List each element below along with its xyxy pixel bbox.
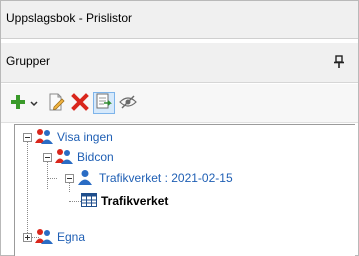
- group-users-icon: [55, 148, 73, 167]
- groups-toolbar: [1, 84, 358, 123]
- collapse-toggle[interactable]: [23, 133, 32, 142]
- group-users-icon: [35, 228, 53, 247]
- plus-icon: [10, 94, 26, 113]
- price-list-lookup-window: Uppslagsbok - Prislistor Grupper Visa in…: [0, 0, 359, 256]
- toggle-visibility-button[interactable]: [117, 92, 139, 114]
- table-icon: [81, 192, 97, 210]
- delete-x-icon: [71, 92, 89, 114]
- groups-tree: Visa ingen Bidcon Trafikverket : 2021-02…: [14, 124, 355, 256]
- edit-document-icon: [47, 93, 65, 114]
- tree-node-label: Egna: [57, 230, 86, 244]
- groups-panel-header: Grupper: [1, 43, 358, 83]
- window-title-bar: Uppslagsbok - Prislistor: [1, 1, 358, 39]
- eye-hidden-icon: [119, 95, 137, 112]
- collapse-toggle[interactable]: [65, 174, 74, 183]
- user-icon: [77, 169, 93, 188]
- edit-button[interactable]: [45, 92, 67, 114]
- tree-node-label: Trafikverket : 2021-02-15: [99, 171, 233, 185]
- tree-node-egna[interactable]: Egna: [35, 227, 85, 247]
- window-title: Uppslagsbok - Prislistor: [6, 11, 133, 25]
- panel-title: Grupper: [6, 54, 51, 68]
- tree-node-label: Bidcon: [77, 150, 114, 164]
- tree-node-label: Visa ingen: [57, 130, 113, 144]
- collapse-toggle[interactable]: [43, 153, 52, 162]
- copy-document-icon: [95, 93, 113, 114]
- tree-node-trafikverket-version[interactable]: Trafikverket : 2021-02-15: [77, 168, 233, 188]
- add-button[interactable]: [7, 92, 29, 114]
- tree-node-trafikverket-pricelist[interactable]: Trafikverket: [81, 191, 168, 211]
- copy-button[interactable]: [93, 92, 115, 114]
- group-users-icon: [35, 128, 53, 147]
- tree-node-visa-ingen[interactable]: Visa ingen: [35, 127, 113, 147]
- dropdown-arrow-icon: [30, 96, 38, 110]
- tree-node-label: Trafikverket: [101, 194, 169, 208]
- tree-node-bidcon[interactable]: Bidcon: [55, 147, 114, 167]
- pin-icon[interactable]: [334, 55, 344, 69]
- expand-toggle[interactable]: [23, 233, 32, 242]
- add-dropdown-button[interactable]: [28, 92, 40, 114]
- delete-button[interactable]: [69, 92, 91, 114]
